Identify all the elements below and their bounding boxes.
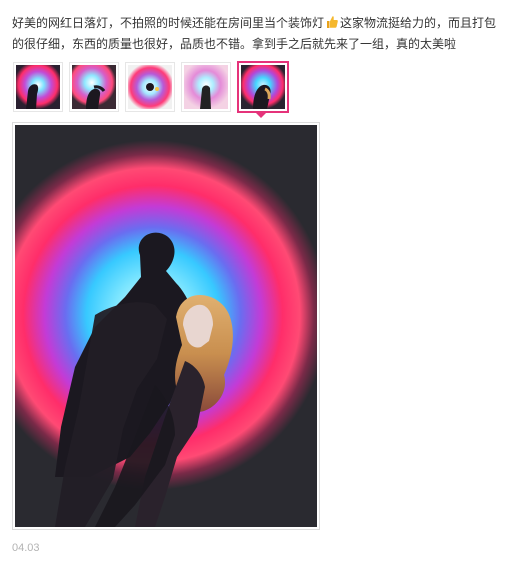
sunset-lamp-photo-5 (241, 65, 285, 109)
thumbnail-2[interactable] (69, 62, 119, 112)
main-photo-frame[interactable] (12, 122, 320, 530)
thumbnail-3[interactable] (125, 62, 175, 112)
thumbnail-4[interactable] (181, 62, 231, 112)
review-date: 04.03 (12, 542, 40, 554)
sunset-lamp-photo-3 (128, 65, 172, 109)
main-photo-sunset-lamp (15, 125, 317, 527)
thumbnail-1[interactable] (13, 62, 63, 112)
sunset-lamp-photo-1 (16, 65, 60, 109)
sunset-lamp-photo-2 (72, 65, 116, 109)
thumbs-up-icon (325, 15, 339, 29)
selected-thumbnail-pointer (255, 112, 267, 118)
review-text-part-1: 好美的网红日落灯，不拍照的时候还能在房间里当个装饰灯 (12, 16, 325, 30)
review-text: 好美的网红日落灯，不拍照的时候还能在房间里当个装饰灯 这家物流挺给力的，而且打包的… (12, 13, 502, 55)
thumbnail-5[interactable] (237, 61, 289, 113)
sunset-lamp-photo-4 (184, 65, 228, 109)
